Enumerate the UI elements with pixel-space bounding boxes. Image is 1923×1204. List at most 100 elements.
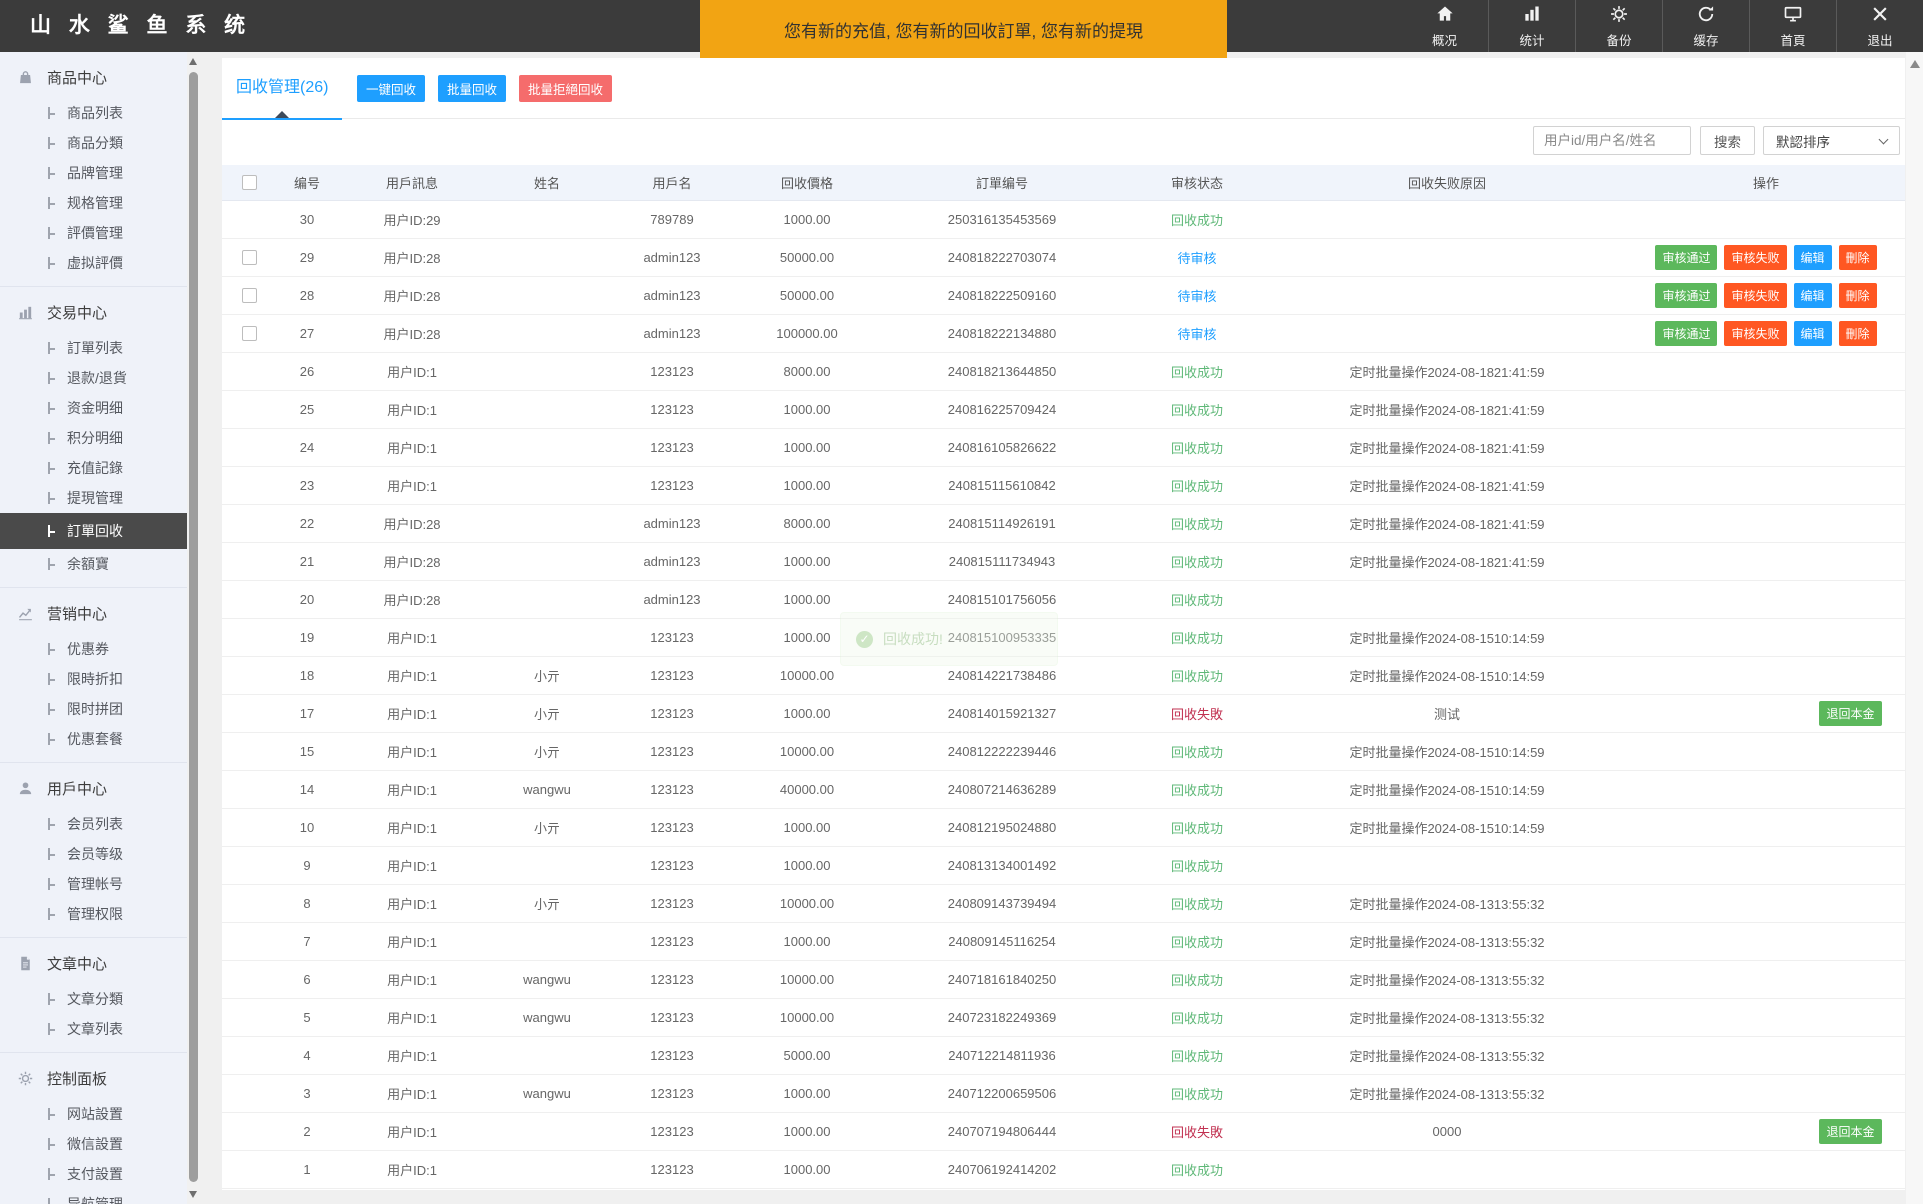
sidebar-item-会员列表[interactable]: 会员列表 <box>0 809 187 839</box>
tree-branch-icon <box>48 372 56 384</box>
sidebar-item-余額寶[interactable]: 余額寶 <box>0 549 187 579</box>
reject-button[interactable]: 审核失败 <box>1724 320 1787 346</box>
sidebar-item-会员等级[interactable]: 会员等级 <box>0 839 187 869</box>
sidebar-item-文章列表[interactable]: 文章列表 <box>0 1014 187 1044</box>
approve-button[interactable]: 审核通过 <box>1655 244 1718 270</box>
scroll-up-icon[interactable] <box>1910 60 1920 68</box>
status-badge: 回收成功 <box>1127 922 1267 961</box>
scroll-down-icon[interactable] <box>189 1191 197 1198</box>
app-title: 山 水 鲨 鱼 系 统 <box>30 14 252 37</box>
page-scrollbar[interactable] <box>1906 52 1923 1204</box>
sidebar-item-評價管理[interactable]: 評價管理 <box>0 218 187 248</box>
sidebar-section-title[interactable]: 营销中心 <box>0 592 187 634</box>
row-checkbox[interactable] <box>242 325 257 341</box>
sidebar-item-虚拟評價[interactable]: 虚拟評價 <box>0 248 187 278</box>
search-button[interactable]: 搜索 <box>1700 126 1755 155</box>
approve-button[interactable]: 审核通过 <box>1655 282 1718 308</box>
edit-button[interactable]: 编辑 <box>1793 244 1832 270</box>
reject-button[interactable]: 审核失败 <box>1724 244 1787 270</box>
sidebar-item-规格管理[interactable]: 规格管理 <box>0 188 187 218</box>
table-row: 28 用户ID:28 admin123 50000.00 240818222509160… <box>222 276 1905 315</box>
header-nav-统计[interactable]: 统计 <box>1488 0 1575 52</box>
sidebar-item-充值記錄[interactable]: 充值記錄 <box>0 453 187 483</box>
sidebar-item-支付設置[interactable]: 支付設置 <box>0 1159 187 1189</box>
scroll-up-icon[interactable] <box>189 58 197 65</box>
sidebar-item-商品列表[interactable]: 商品列表 <box>0 98 187 128</box>
select-all-checkbox[interactable] <box>242 174 257 190</box>
batch-recycle-button[interactable]: 批量回收 <box>438 75 507 102</box>
header-nav-缓存[interactable]: 缓存 <box>1662 0 1749 52</box>
sidebar-section-title[interactable]: 交易中心 <box>0 291 187 333</box>
notification-banner[interactable]: 您有新的充值, 您有新的回收訂單, 您有新的提現 <box>700 0 1227 58</box>
reject-button[interactable]: 审核失败 <box>1724 282 1787 308</box>
row-id: 6 <box>277 960 337 999</box>
table-row: 7 用户ID:1 123123 1000.00 240809145116254 回收成功定… <box>222 922 1905 961</box>
refund-principal-button[interactable]: 退回本金 <box>1819 700 1882 726</box>
header-nav-概况[interactable]: 概况 <box>1401 0 1488 52</box>
username: 123123 <box>607 770 737 809</box>
user-info: 用户ID:1 <box>337 1074 487 1113</box>
sidebar-section-title[interactable]: 用戶中心 <box>0 767 187 809</box>
table-row: 6 用户ID:1 wangwu 123123 10000.00 2407181618402… <box>222 960 1905 999</box>
sidebar-item-退款/退貨[interactable]: 退款/退貨 <box>0 363 187 393</box>
delete-button[interactable]: 刪除 <box>1838 244 1877 270</box>
refund-principal-button[interactable]: 退回本金 <box>1819 1118 1882 1144</box>
sidebar-item-限时拼团[interactable]: 限时拼团 <box>0 694 187 724</box>
header-nav-备份[interactable]: 备份 <box>1575 0 1662 52</box>
user-info: 用户ID:1 <box>337 884 487 923</box>
sidebar-item-管理权限[interactable]: 管理权限 <box>0 899 187 929</box>
tab-recycle-management[interactable]: 回收管理(26) <box>222 58 343 120</box>
recycle-price: 1000.00 <box>737 1112 877 1151</box>
sidebar-item-文章分類[interactable]: 文章分類 <box>0 984 187 1014</box>
sidebar-item-优惠套餐[interactable]: 优惠套餐 <box>0 724 187 754</box>
row-actions <box>1627 960 1905 999</box>
fail-reason: 定时批量操作2024-08-1510:14:59 <box>1267 618 1627 657</box>
delete-button[interactable]: 刪除 <box>1838 320 1877 346</box>
header-nav-退出[interactable]: 退出 <box>1836 0 1923 52</box>
header-nav-首頁[interactable]: 首頁 <box>1749 0 1836 52</box>
row-actions <box>1627 770 1905 809</box>
sidebar-scrollbar-thumb[interactable] <box>189 72 198 1182</box>
edit-button[interactable]: 编辑 <box>1793 320 1832 346</box>
row-select-cell <box>222 580 277 619</box>
sort-select[interactable]: 默認排序 <box>1763 126 1900 155</box>
batch-reject-recycle-button[interactable]: 批量拒絕回收 <box>519 75 613 102</box>
sidebar-section-title[interactable]: 文章中心 <box>0 942 187 984</box>
sidebar-item-管理帐号[interactable]: 管理帐号 <box>0 869 187 899</box>
sidebar-item-限時折扣[interactable]: 限時折扣 <box>0 664 187 694</box>
row-actions: 审核通过 审核失败 编辑 刪除 <box>1627 314 1905 353</box>
edit-button[interactable]: 编辑 <box>1793 282 1832 308</box>
username: 123123 <box>607 428 737 467</box>
order-number: 240706192414202 <box>877 1150 1127 1189</box>
row-checkbox[interactable] <box>242 249 257 265</box>
tree-branch-icon <box>48 257 56 269</box>
sidebar-item-资金明细[interactable]: 资金明细 <box>0 393 187 423</box>
one-key-recycle-button[interactable]: 一键回收 <box>357 75 426 102</box>
delete-button[interactable]: 刪除 <box>1838 282 1877 308</box>
real-name <box>487 1036 607 1075</box>
tree-branch-icon <box>48 643 56 655</box>
sidebar-item-品牌管理[interactable]: 品牌管理 <box>0 158 187 188</box>
sidebar-item-网站設置[interactable]: 网站設置 <box>0 1099 187 1129</box>
row-select-cell <box>222 618 277 657</box>
sidebar-section-title[interactable]: 控制面板 <box>0 1057 187 1099</box>
sidebar-item-提現管理[interactable]: 提現管理 <box>0 483 187 513</box>
sidebar-item-积分明细[interactable]: 积分明细 <box>0 423 187 453</box>
sidebar-item-微信設置[interactable]: 微信設置 <box>0 1129 187 1159</box>
fail-reason: 定时批量操作2024-08-1821:41:59 <box>1267 390 1627 429</box>
row-id: 1 <box>277 1150 337 1189</box>
sidebar-item-訂單回收[interactable]: 訂單回收 <box>0 513 187 549</box>
sidebar-item-导航管理[interactable]: 导航管理 <box>0 1189 187 1204</box>
row-checkbox[interactable] <box>242 287 257 303</box>
column-header: 姓名 <box>487 165 607 201</box>
table-header-row: 编号 用戶訊息 姓名 用戶名 回收價格 訂單编号 审核状态 回收失败原因 操作 <box>222 165 1905 201</box>
sidebar-item-商品分類[interactable]: 商品分類 <box>0 128 187 158</box>
tree-branch-icon <box>48 167 56 179</box>
select-all-header <box>222 165 277 201</box>
sidebar-scrollbar[interactable] <box>187 52 200 1204</box>
approve-button[interactable]: 审核通过 <box>1655 320 1718 346</box>
sidebar-section-title[interactable]: 商品中心 <box>0 56 187 98</box>
search-input[interactable] <box>1533 126 1691 155</box>
sidebar-item-訂單列表[interactable]: 訂單列表 <box>0 333 187 363</box>
sidebar-item-优惠券[interactable]: 优惠券 <box>0 634 187 664</box>
